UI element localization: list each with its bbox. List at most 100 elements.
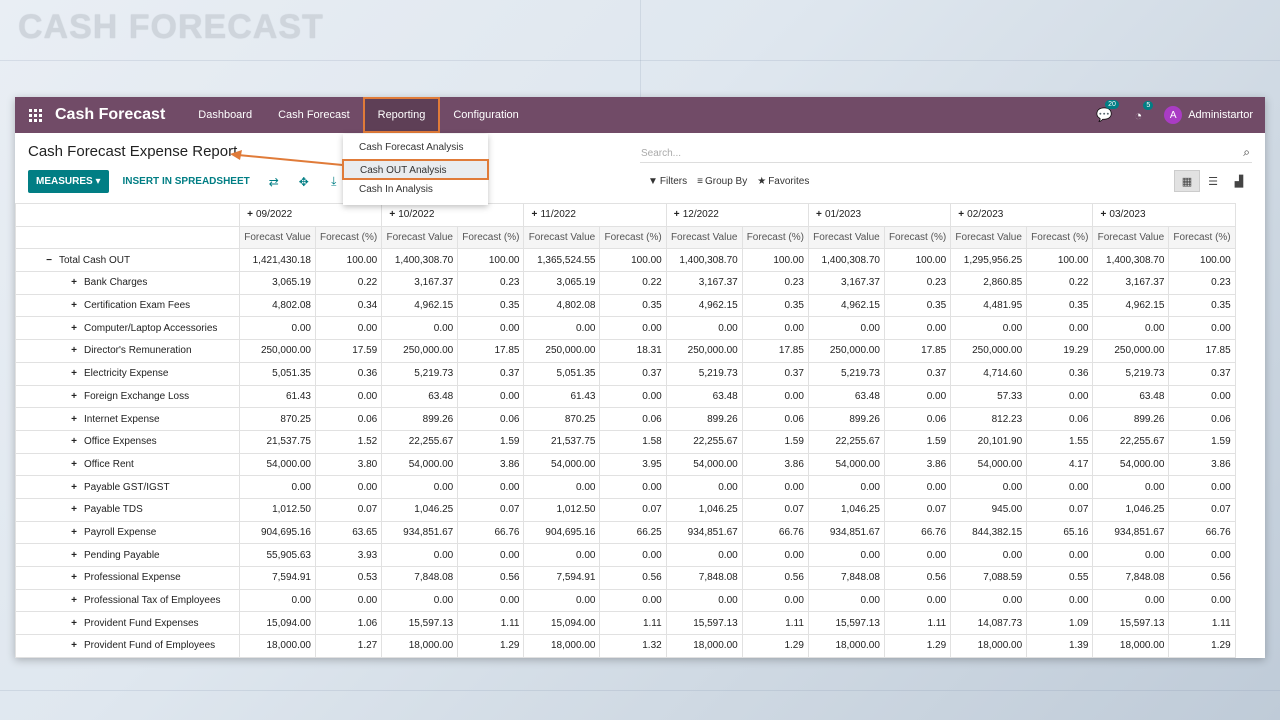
- value-cell[interactable]: 54,000.00: [1092, 452, 1170, 477]
- value-cell[interactable]: 1.11: [599, 611, 667, 636]
- value-cell[interactable]: 812.23: [950, 407, 1028, 431]
- value-cell[interactable]: 0.36: [1026, 361, 1094, 386]
- user-menu[interactable]: A Administartor: [1164, 106, 1253, 124]
- measure-header[interactable]: Forecast (%): [1168, 225, 1236, 250]
- row-header[interactable]: + Office Rent: [15, 452, 240, 477]
- row-header[interactable]: + Pending Payable: [15, 543, 240, 567]
- value-cell[interactable]: 0.00: [1026, 316, 1094, 341]
- value-cell[interactable]: 0.07: [741, 497, 809, 522]
- row-header[interactable]: + Professional Expense: [15, 566, 240, 590]
- value-cell[interactable]: 250,000.00: [807, 339, 885, 363]
- value-cell[interactable]: 0.35: [1026, 293, 1094, 318]
- value-cell[interactable]: 0.06: [314, 407, 383, 431]
- value-cell[interactable]: 3.86: [741, 452, 809, 477]
- value-cell[interactable]: 54,000.00: [807, 452, 885, 477]
- value-cell[interactable]: 250,000.00: [1092, 339, 1170, 363]
- value-cell[interactable]: 0.00: [741, 384, 809, 409]
- value-cell[interactable]: 0.53: [314, 566, 383, 590]
- value-cell[interactable]: 1.29: [883, 634, 952, 658]
- value-cell[interactable]: 1.11: [1168, 611, 1236, 636]
- value-cell[interactable]: 0.07: [457, 497, 525, 522]
- value-cell[interactable]: 7,848.08: [807, 566, 885, 590]
- measure-header[interactable]: Forecast (%): [741, 225, 809, 250]
- value-cell[interactable]: 1,400,308.70: [381, 248, 459, 273]
- value-cell[interactable]: 250,000.00: [239, 339, 316, 363]
- value-cell[interactable]: 15,094.00: [239, 611, 316, 636]
- measure-header[interactable]: Forecast Value: [1092, 225, 1170, 250]
- value-cell[interactable]: 100.00: [741, 248, 809, 273]
- row-header[interactable]: + Payroll Expense: [15, 520, 240, 545]
- value-cell[interactable]: 57.33: [950, 384, 1028, 409]
- row-header[interactable]: + Bank Charges: [15, 271, 240, 295]
- value-cell[interactable]: 17.85: [741, 339, 809, 363]
- value-cell[interactable]: 0.00: [599, 543, 667, 567]
- menu-configuration[interactable]: Configuration: [440, 97, 531, 133]
- value-cell[interactable]: 4,802.08: [239, 293, 316, 318]
- value-cell[interactable]: 0.00: [883, 588, 952, 613]
- value-cell[interactable]: 15,597.13: [665, 611, 743, 636]
- value-cell[interactable]: 0.00: [1092, 543, 1170, 567]
- value-cell[interactable]: 0.00: [950, 588, 1028, 613]
- value-cell[interactable]: 0.22: [1026, 271, 1094, 295]
- menu-dashboard[interactable]: Dashboard: [185, 97, 265, 133]
- value-cell[interactable]: 7,848.08: [381, 566, 459, 590]
- value-cell[interactable]: 899.26: [381, 407, 459, 431]
- value-cell[interactable]: 100.00: [457, 248, 525, 273]
- row-header[interactable]: + Provident Fund of Employees: [15, 634, 240, 658]
- value-cell[interactable]: 0.35: [457, 293, 525, 318]
- value-cell[interactable]: 934,851.67: [1092, 520, 1170, 545]
- value-cell[interactable]: 0.07: [599, 497, 667, 522]
- month-header[interactable]: +03/2023: [1092, 203, 1236, 227]
- row-header[interactable]: + Certification Exam Fees: [15, 293, 240, 318]
- value-cell[interactable]: 0.00: [1168, 384, 1236, 409]
- measure-header[interactable]: Forecast Value: [665, 225, 743, 250]
- value-cell[interactable]: 0.00: [1026, 543, 1094, 567]
- value-cell[interactable]: 18,000.00: [950, 634, 1028, 658]
- value-cell[interactable]: 66.76: [883, 520, 952, 545]
- value-cell[interactable]: 66.76: [741, 520, 809, 545]
- value-cell[interactable]: 0.06: [883, 407, 952, 431]
- value-cell[interactable]: 1,046.25: [807, 497, 885, 522]
- row-header[interactable]: + Foreign Exchange Loss: [15, 384, 240, 409]
- value-cell[interactable]: 0.00: [1168, 543, 1236, 567]
- value-cell[interactable]: 904,695.16: [239, 520, 316, 545]
- expand-all-icon[interactable]: ✥: [294, 175, 314, 189]
- value-cell[interactable]: 250,000.00: [523, 339, 601, 363]
- value-cell[interactable]: 0.00: [807, 588, 885, 613]
- value-cell[interactable]: 0.00: [1026, 588, 1094, 613]
- value-cell[interactable]: 18,000.00: [807, 634, 885, 658]
- value-cell[interactable]: 0.00: [457, 316, 525, 341]
- value-cell[interactable]: 250,000.00: [381, 339, 459, 363]
- value-cell[interactable]: 15,597.13: [1092, 611, 1170, 636]
- value-cell[interactable]: 904,695.16: [523, 520, 601, 545]
- row-header[interactable]: − Total Cash OUT: [15, 248, 240, 273]
- value-cell[interactable]: 0.00: [599, 588, 667, 613]
- value-cell[interactable]: 63.48: [381, 384, 459, 409]
- value-cell[interactable]: 3,065.19: [523, 271, 601, 295]
- value-cell[interactable]: 18,000.00: [239, 634, 316, 658]
- month-header[interactable]: +02/2023: [950, 203, 1094, 227]
- value-cell[interactable]: 1.58: [599, 429, 667, 454]
- value-cell[interactable]: 0.00: [741, 316, 809, 341]
- value-cell[interactable]: 65.16: [1026, 520, 1094, 545]
- value-cell[interactable]: 7,848.08: [1092, 566, 1170, 590]
- value-cell[interactable]: 0.22: [314, 271, 383, 295]
- value-cell[interactable]: 18.31: [599, 339, 667, 363]
- value-cell[interactable]: 3,167.37: [1092, 271, 1170, 295]
- value-cell[interactable]: 1.59: [1168, 429, 1236, 454]
- value-cell[interactable]: 0.07: [1168, 497, 1236, 522]
- value-cell[interactable]: 0.56: [883, 566, 952, 590]
- value-cell[interactable]: 7,594.91: [239, 566, 316, 590]
- value-cell[interactable]: 63.48: [665, 384, 743, 409]
- value-cell[interactable]: 15,597.13: [807, 611, 885, 636]
- apps-grid-icon[interactable]: [15, 97, 55, 133]
- value-cell[interactable]: 3,167.37: [807, 271, 885, 295]
- value-cell[interactable]: 0.00: [665, 316, 743, 341]
- value-cell[interactable]: 2,860.85: [950, 271, 1028, 295]
- value-cell[interactable]: 0.00: [1092, 316, 1170, 341]
- value-cell[interactable]: 5,051.35: [239, 361, 316, 386]
- value-cell[interactable]: 1.29: [741, 634, 809, 658]
- value-cell[interactable]: 0.00: [741, 588, 809, 613]
- value-cell[interactable]: 0.00: [1092, 588, 1170, 613]
- measure-header[interactable]: Forecast Value: [239, 225, 316, 250]
